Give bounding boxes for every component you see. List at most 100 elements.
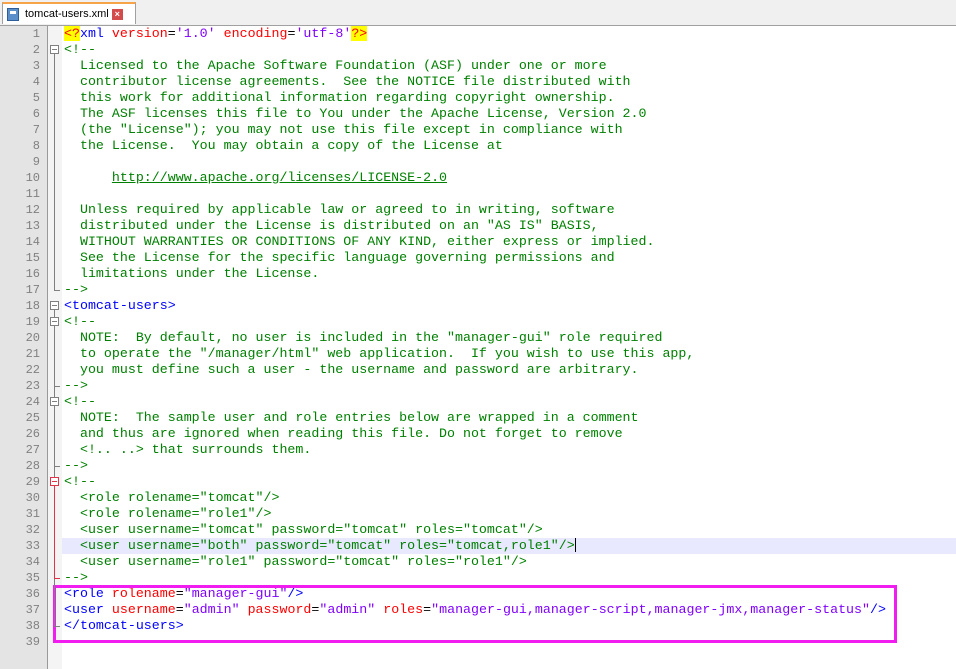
code-line[interactable]: distributed under the License is distrib… <box>62 218 956 234</box>
code-line[interactable]: --> <box>62 378 956 394</box>
code-token: <!-- <box>64 42 96 57</box>
close-icon[interactable]: × <box>111 8 123 20</box>
code-line[interactable]: <!.. ..> that surrounds them. <box>62 442 956 458</box>
code-token: The ASF licenses this file to You under … <box>64 106 647 121</box>
line-number: 29 <box>25 475 40 489</box>
code-line[interactable]: --> <box>62 458 956 474</box>
fold-line <box>54 486 55 578</box>
code-token: <? <box>64 26 80 41</box>
code-line[interactable]: <!-- <box>62 314 956 330</box>
code-line[interactable]: --> <box>62 282 956 298</box>
code-token: contributor license agreements. See the … <box>64 74 631 89</box>
code-token: --> <box>64 282 88 297</box>
code-token: --> <box>64 378 88 393</box>
line-number: 3 <box>32 59 40 73</box>
line-number: 12 <box>25 203 40 217</box>
code-line[interactable]: Licensed to the Apache Software Foundati… <box>62 58 956 74</box>
code-line[interactable]: NOTE: The sample user and role entries b… <box>62 410 956 426</box>
line-number: 23 <box>25 379 40 393</box>
code-token: <user username="role1" password="tomcat"… <box>64 554 527 569</box>
code-token: <role rolename="tomcat"/> <box>64 490 280 505</box>
line-number: 5 <box>32 91 40 105</box>
code-token: --> <box>64 458 88 473</box>
line-number: 27 <box>25 443 40 457</box>
code-line[interactable]: you must define such a user - the userna… <box>62 362 956 378</box>
code-token: <user username="tomcat" password="tomcat… <box>64 522 543 537</box>
code-line[interactable]: NOTE: By default, no user is included in… <box>62 330 956 346</box>
code-line[interactable] <box>62 154 956 170</box>
code-token: encoding <box>223 26 288 41</box>
code-token: xml <box>79 26 112 41</box>
line-number: 19 <box>25 315 40 329</box>
code-line[interactable]: limitations under the License. <box>62 266 956 282</box>
file-icon <box>7 7 19 21</box>
code-token: <!.. ..> that surrounds them. <box>64 442 312 457</box>
line-number: 22 <box>25 363 40 377</box>
code-line[interactable]: Unless required by applicable law or agr… <box>62 202 956 218</box>
fold-end <box>54 466 60 467</box>
line-number: 16 <box>25 267 40 281</box>
line-number: 38 <box>25 619 40 633</box>
line-number: 32 <box>25 523 40 537</box>
code-line[interactable]: --> <box>62 570 956 586</box>
code-token: WITHOUT WARRANTIES OR CONDITIONS OF ANY … <box>64 234 655 249</box>
code-line[interactable]: <role rolename="role1"/> <box>62 506 956 522</box>
code-token: (the "License"); you may not use this fi… <box>64 122 623 137</box>
code-line[interactable]: WITHOUT WARRANTIES OR CONDITIONS OF ANY … <box>62 234 956 250</box>
tab-title: tomcat-users.xml <box>25 8 109 20</box>
code-line[interactable]: <tomcat-users> <box>62 298 956 314</box>
code-token: version <box>111 26 168 41</box>
code-line[interactable]: and thus are ignored when reading this f… <box>62 426 956 442</box>
code-token: this work for additional information reg… <box>64 90 615 105</box>
fold-end <box>54 626 60 627</box>
highlight-box <box>53 585 897 643</box>
code-token: <tomcat-users> <box>64 298 176 313</box>
code-line[interactable]: to operate the "/manager/html" web appli… <box>62 346 956 362</box>
line-number: 4 <box>32 75 40 89</box>
fold-toggle-icon[interactable] <box>50 45 59 54</box>
code-line[interactable]: See the License for the specific languag… <box>62 250 956 266</box>
code-line[interactable]: (the "License"); you may not use this fi… <box>62 122 956 138</box>
code-line[interactable]: <user username="role1" password="tomcat"… <box>62 554 956 570</box>
code-editor[interactable]: 1 <?xml version='1.0' encoding='utf-8'?> 2… <box>0 26 956 669</box>
code-line[interactable]: <?xml version='1.0' encoding='utf-8'?> <box>62 26 956 42</box>
code-line[interactable]: <user username="tomcat" password="tomcat… <box>62 522 956 538</box>
code-line[interactable]: <!-- <box>62 474 956 490</box>
line-number: 2 <box>32 43 40 57</box>
code-line[interactable]: <role rolename="tomcat"/> <box>62 490 956 506</box>
code-token: = <box>167 26 176 41</box>
line-number: 35 <box>25 571 40 585</box>
code-line[interactable]: <!-- <box>62 394 956 410</box>
line-number: 6 <box>32 107 40 121</box>
code-token: <user username="both" password="tomcat" … <box>64 538 575 553</box>
code-line[interactable]: this work for additional information reg… <box>62 90 956 106</box>
tab-tomcat-users-xml[interactable]: tomcat-users.xml × <box>2 2 136 24</box>
fold-end <box>54 386 60 387</box>
code-line[interactable]: http://www.apache.org/licenses/LICENSE-2… <box>62 170 956 186</box>
code-token: <!-- <box>64 314 96 329</box>
code-token: See the License for the specific languag… <box>64 250 615 265</box>
code-line[interactable]: The ASF licenses this file to You under … <box>62 106 956 122</box>
fold-toggle-icon[interactable] <box>50 317 59 326</box>
code-line[interactable]: <!-- <box>62 42 956 58</box>
code-token: and thus are ignored when reading this f… <box>64 426 623 441</box>
code-token: <!-- <box>64 394 96 409</box>
code-line[interactable] <box>62 186 956 202</box>
code-line[interactable]: <user username="both" password="tomcat" … <box>62 538 956 554</box>
code-line[interactable]: contributor license agreements. See the … <box>62 74 956 90</box>
fold-toggle-icon[interactable] <box>50 301 59 310</box>
code-line[interactable]: the License. You may obtain a copy of th… <box>62 138 956 154</box>
line-number: 39 <box>25 635 40 649</box>
line-number: 36 <box>25 587 40 601</box>
fold-toggle-icon[interactable] <box>50 477 59 486</box>
line-number: 34 <box>25 555 40 569</box>
license-link[interactable]: http://www.apache.org/licenses/LICENSE-2… <box>112 170 447 185</box>
code-token: 'utf-8' <box>295 26 352 41</box>
line-number: 9 <box>32 155 40 169</box>
line-number: 11 <box>25 187 40 201</box>
fold-toggle-icon[interactable] <box>50 397 59 406</box>
code-token: NOTE: The sample user and role entries b… <box>64 410 639 425</box>
code-token: <role rolename="role1"/> <box>64 506 272 521</box>
